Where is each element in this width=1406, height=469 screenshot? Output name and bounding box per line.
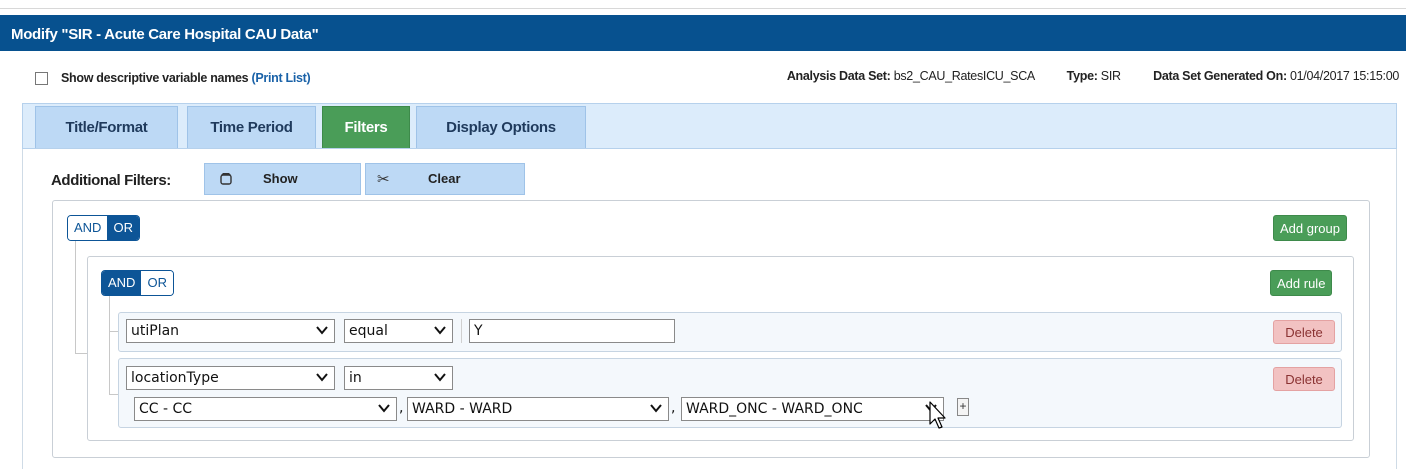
rule1-field-value: utiPlan — [131, 323, 180, 339]
rule2-field-select[interactable]: locationType — [126, 366, 335, 390]
analysis-dataset-value: bs2_CAU_RatesICU_SCA — [893, 69, 1035, 83]
tab-bar: Title/Format Time Period Filters Display… — [22, 103, 1397, 149]
add-value-button[interactable]: + — [957, 398, 969, 416]
rule2-delete-button[interactable]: Delete — [1273, 367, 1335, 391]
top-divider — [0, 8, 1406, 9]
outer-and-button[interactable]: AND — [68, 216, 108, 240]
print-list-link[interactable]: (Print List) — [252, 71, 311, 85]
tab-title-format[interactable]: Title/Format — [35, 106, 178, 148]
chevron-down-icon — [378, 404, 390, 413]
rule2-field-value: locationType — [131, 370, 219, 386]
info-row: Show descriptive variable names (Print L… — [0, 68, 1406, 88]
type-label: Type: — [1066, 69, 1098, 83]
rule1-operator-value: equal — [349, 323, 388, 339]
rule2-value-1: CC - CC — [139, 401, 193, 417]
outer-group-logic-toggle: AND OR — [67, 215, 140, 241]
rule2-value-select-3[interactable]: WARD_ONC - WARD_ONC — [681, 397, 944, 421]
show-descriptive-names-text: Show descriptive variable names — [61, 71, 249, 85]
clear-filters-label: Clear — [428, 171, 461, 186]
generated-on-label: Data Set Generated On: — [1153, 69, 1287, 83]
inner-tree-line — [109, 296, 110, 395]
outer-tree-line — [75, 241, 76, 354]
dialog-title-bar: Modify "SIR - Acute Care Hospital CAU Da… — [0, 15, 1406, 51]
dataset-meta: Analysis Data Set: bs2_CAU_RatesICU_SCA … — [787, 69, 1399, 83]
rule2-value-select-1[interactable]: CC - CC — [134, 397, 397, 421]
add-group-button[interactable]: Add group — [1273, 215, 1347, 241]
dialog-title: Modify "SIR - Acute Care Hospital CAU Da… — [11, 26, 319, 43]
rule2-value-select-2[interactable]: WARD - WARD — [407, 397, 669, 421]
rule1-separator — [461, 319, 462, 343]
rule2-operator-value: in — [349, 370, 362, 386]
chevron-down-icon — [434, 326, 446, 335]
chevron-down-icon — [434, 373, 446, 382]
inner-tree-branch-1 — [109, 331, 118, 332]
inner-and-button[interactable]: AND — [102, 271, 142, 295]
outer-or-button[interactable]: OR — [107, 216, 139, 240]
chevron-down-icon — [650, 404, 662, 413]
add-rule-button[interactable]: Add rule — [1270, 270, 1333, 296]
type-value: SIR — [1100, 69, 1121, 83]
rule1-value-input[interactable]: Y — [469, 319, 675, 343]
clear-filters-button[interactable]: ✂ Clear — [365, 163, 525, 195]
outer-tree-branch — [75, 353, 87, 354]
tab-display-options[interactable]: Display Options — [416, 106, 586, 148]
chevron-down-icon — [316, 326, 328, 335]
value-separator: , — [671, 400, 676, 416]
show-descriptive-names-label: Show descriptive variable names (Print L… — [61, 71, 311, 85]
scissors-icon: ✂ — [377, 171, 390, 188]
rule2-value-2: WARD - WARD — [412, 401, 513, 417]
show-filters-label: Show — [263, 171, 298, 186]
generated-on-value: 01/04/2017 15:15:00 — [1290, 69, 1399, 83]
rule2-value-3: WARD_ONC - WARD_ONC — [686, 401, 863, 417]
additional-filters-label: Additional Filters: — [51, 172, 171, 189]
value-separator: , — [399, 400, 404, 416]
show-filters-button[interactable]: Show — [204, 163, 361, 195]
rule1-field-select[interactable]: utiPlan — [126, 319, 335, 343]
chevron-down-icon — [925, 404, 937, 413]
inner-group-logic-toggle: AND OR — [101, 270, 174, 296]
chevron-down-icon — [316, 373, 328, 382]
analysis-dataset-label: Analysis Data Set: — [786, 69, 891, 83]
rule2-operator-select[interactable]: in — [344, 366, 453, 390]
rule1-delete-button[interactable]: Delete — [1273, 320, 1335, 344]
rule1-operator-select[interactable]: equal — [344, 319, 453, 343]
filter-toggle-icon — [219, 172, 233, 189]
tab-time-period[interactable]: Time Period — [187, 106, 316, 148]
inner-tree-branch-2 — [109, 394, 118, 395]
show-descriptive-names-checkbox[interactable] — [35, 72, 48, 85]
tab-filters[interactable]: Filters — [322, 106, 410, 148]
inner-or-button[interactable]: OR — [141, 271, 173, 295]
rule1-value-text: Y — [474, 323, 483, 339]
